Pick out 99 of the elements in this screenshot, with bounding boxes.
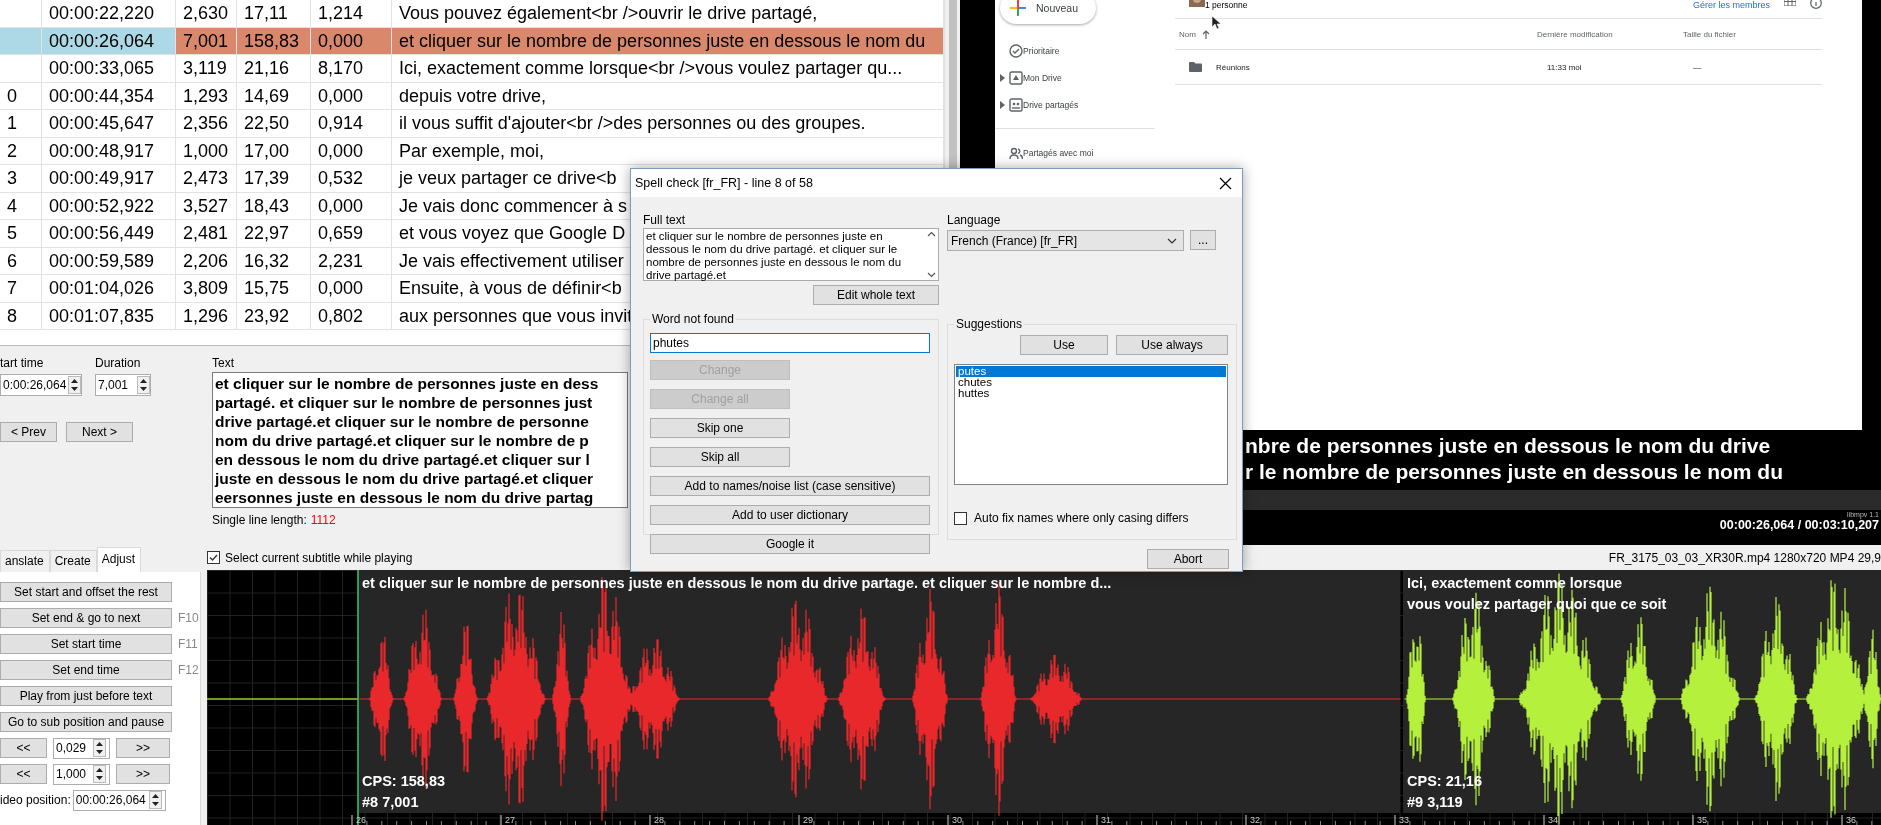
tick-label: 29 bbox=[803, 815, 813, 825]
table-cell: 17,11 bbox=[237, 0, 311, 28]
checkbox-label: Auto fix names where only casing differs bbox=[974, 511, 1189, 525]
tick-label: 34 bbox=[1548, 815, 1558, 825]
playback-time: 00:00:26,064 / 00:03:10,207 bbox=[1719, 518, 1879, 532]
table-cell: 00:00:22,220 bbox=[42, 0, 176, 28]
segment-info: #9 3,119 bbox=[1407, 793, 1464, 812]
table-cell: 1 bbox=[0, 110, 42, 138]
table-cell: 1,000 bbox=[176, 137, 237, 165]
table-cell: 00:00:33,065 bbox=[42, 55, 176, 83]
field-label: Language bbox=[947, 213, 1002, 228]
shortcut-label: F12 bbox=[178, 663, 199, 677]
table-cell: 00:00:48,917 bbox=[42, 137, 176, 165]
video-subtitle: nbre de personnes juste en dessous le nom du drive bbox=[1245, 433, 1772, 459]
table-cell: 3,809 bbox=[176, 275, 237, 303]
video-subtitle: r le nombre de personnes juste en dessous le nom du bbox=[1245, 459, 1784, 485]
table-cell: 1,293 bbox=[176, 82, 237, 110]
table-cell: 0,000 bbox=[311, 275, 392, 303]
table-cell: 22,97 bbox=[237, 220, 311, 248]
table-cell: 0,000 bbox=[311, 192, 392, 220]
field-label: Single line length: bbox=[212, 513, 307, 527]
table-cell: 7,001 bbox=[176, 27, 237, 55]
table-cell: 16,32 bbox=[237, 247, 311, 275]
field-label: Duration bbox=[95, 356, 141, 372]
table-cell: 00:00:52,922 bbox=[42, 192, 176, 220]
table-cell: 17,39 bbox=[237, 165, 311, 193]
table-cell: 18,43 bbox=[237, 192, 311, 220]
table-cell: 8 bbox=[0, 302, 42, 330]
file-info: FR_3175_03_03_XR30R.mp4 1280x720 MP4 29,9 bbox=[1608, 550, 1881, 565]
table-cell: 2,473 bbox=[176, 165, 237, 193]
table-cell: 0 bbox=[0, 82, 42, 110]
table-cell: 2,630 bbox=[176, 0, 237, 28]
group-label: Suggestions bbox=[954, 317, 1025, 331]
table-cell: 3,119 bbox=[176, 55, 237, 83]
table-cell: 00:00:44,354 bbox=[42, 82, 176, 110]
table-cell: 00:00:59,589 bbox=[42, 247, 176, 275]
table-cell: Par exemple, moi, bbox=[392, 137, 944, 165]
table-cell: 1,214 bbox=[311, 0, 392, 28]
table-cell: 15,75 bbox=[237, 275, 311, 303]
table-cell: 2 bbox=[0, 137, 42, 165]
table-cell: 158,83 bbox=[237, 27, 311, 55]
table-cell: 00:00:26,064 bbox=[42, 27, 176, 55]
table-cell: Vous pouvez également<br />ouvrir le drive partagé, bbox=[392, 0, 944, 28]
table-cell: 2,206 bbox=[176, 247, 237, 275]
dialog-title: Spell check [fr_FR] - line 8 of 58 bbox=[635, 176, 813, 190]
file-size: — bbox=[1693, 62, 1701, 72]
table-cell: 3,527 bbox=[176, 192, 237, 220]
shortcut-label: F10 bbox=[178, 611, 199, 625]
table-cell: 2,481 bbox=[176, 220, 237, 248]
field-label: Text bbox=[212, 356, 234, 372]
table-cell: 2,356 bbox=[176, 110, 237, 138]
table-cell: 0,000 bbox=[311, 82, 392, 110]
table-cell: 1,296 bbox=[176, 302, 237, 330]
table-cell: 00:00:45,647 bbox=[42, 110, 176, 138]
table-cell: 21,16 bbox=[237, 55, 311, 83]
segment-info: #8 7,001 bbox=[362, 793, 420, 812]
table-cell: 8,170 bbox=[311, 55, 392, 83]
tick-label: 28 bbox=[654, 815, 664, 825]
tick-label: 33 bbox=[1399, 815, 1409, 825]
field-label: ideo position: bbox=[0, 793, 71, 807]
field-label: tart time bbox=[0, 356, 45, 372]
table-cell: 00:00:49,917 bbox=[42, 165, 176, 193]
table-cell: 00:01:04,026 bbox=[42, 275, 176, 303]
table-cell: 00:00:56,449 bbox=[42, 220, 176, 248]
table-cell: 2,231 bbox=[311, 247, 392, 275]
member-count: 1 personne bbox=[1205, 0, 1248, 10]
table-cell: 7 bbox=[0, 275, 42, 303]
group-label: Word not found bbox=[650, 312, 736, 326]
line-length-value: 1112 bbox=[310, 513, 336, 527]
table-cell: depuis votre drive, bbox=[392, 82, 944, 110]
table-cell: 4 bbox=[0, 192, 42, 220]
tick-label: 30 bbox=[952, 815, 962, 825]
table-cell: 0,000 bbox=[311, 137, 392, 165]
table-cell: 0,802 bbox=[311, 302, 392, 330]
file-modified: 11:33 moi bbox=[1547, 62, 1582, 72]
cps-label: CPS: 158,83 bbox=[362, 772, 446, 791]
tick-label: 36 bbox=[1846, 815, 1856, 825]
table-cell: 22,50 bbox=[237, 110, 311, 138]
tick-label: 32 bbox=[1250, 815, 1260, 825]
table-cell: 0,000 bbox=[311, 27, 392, 55]
table-cell: 3 bbox=[0, 165, 42, 193]
table-cell: 14,69 bbox=[237, 82, 311, 110]
segment-text: et cliquer sur le nombre de personnes juste en dessous le nom du drive partage. et cliquer sur le nombre d... bbox=[362, 574, 1112, 593]
table-cell: 23,92 bbox=[237, 302, 311, 330]
checkbox-label: Select current subtitle while playing bbox=[225, 550, 413, 565]
table-cell: Ici, exactement comme lorsque<br />vous voulez partager qu... bbox=[392, 55, 944, 83]
table-cell: 0,659 bbox=[311, 220, 392, 248]
table-cell: 5 bbox=[0, 220, 42, 248]
table-cell: 00:01:07,835 bbox=[42, 302, 176, 330]
table-cell: 17,00 bbox=[237, 137, 311, 165]
table-cell: 0,532 bbox=[311, 165, 392, 193]
table-cell: 6 bbox=[0, 247, 42, 275]
tick-label: 27 bbox=[505, 815, 515, 825]
tick-label: 31 bbox=[1101, 815, 1111, 825]
table-cell: et cliquer sur le nombre de personnes juste en dessous le nom du bbox=[392, 27, 944, 55]
tick-label: 35 bbox=[1697, 815, 1707, 825]
table-cell: il vous suffit d'ajouter<br />des personnes ou des groupes. bbox=[392, 110, 944, 138]
shortcut-label: F11 bbox=[178, 637, 198, 651]
table-cell: 0,914 bbox=[311, 110, 392, 138]
